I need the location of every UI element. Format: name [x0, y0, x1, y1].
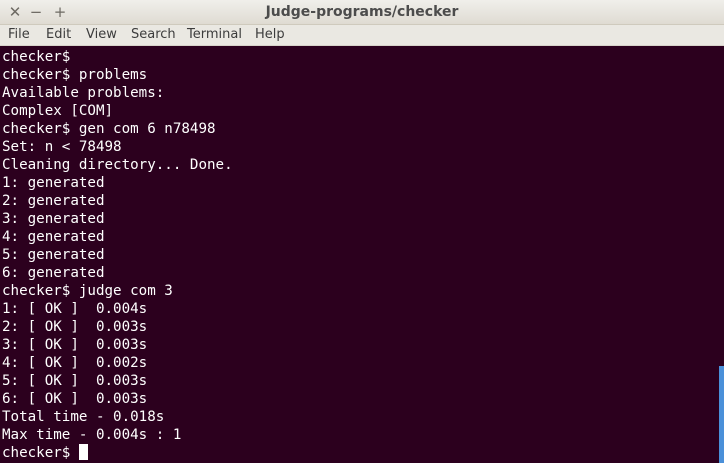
- terminal-line: 5: generated: [2, 247, 105, 263]
- prompt-line[interactable]: checker$: [2, 444, 88, 462]
- terminal-line: checker$ gen com 6 n78498: [2, 121, 216, 137]
- window-title: Judge-programs/checker: [265, 4, 459, 20]
- terminal-line: 5: [ OK ] 0.003s: [2, 373, 148, 389]
- menu-file[interactable]: File: [8, 25, 30, 46]
- prompt-text: checker$: [2, 445, 79, 461]
- menu-bar: File Edit View Search Terminal Help: [0, 25, 724, 46]
- terminal-line: 4: [ OK ] 0.002s: [2, 355, 148, 371]
- terminal-line: 6: generated: [2, 265, 105, 281]
- terminal-line: 1: generated: [2, 175, 105, 191]
- menu-terminal[interactable]: Terminal: [187, 25, 242, 46]
- menu-help[interactable]: Help: [255, 25, 285, 46]
- terminal-line: checker$ problems: [2, 67, 148, 83]
- terminal-line: Complex [COM]: [2, 103, 114, 119]
- menu-view[interactable]: View: [86, 25, 117, 46]
- terminal-line: Total time - 0.018s: [2, 409, 165, 425]
- terminal-line: checker$: [2, 49, 71, 65]
- terminal-line: checker$ judge com 3: [2, 283, 173, 299]
- text-cursor: [78, 444, 88, 460]
- terminal-window: ✕ − + Judge-programs/checker File Edit V…: [0, 0, 724, 463]
- terminal-line: Available problems:: [2, 85, 165, 101]
- terminal-output[interactable]: checker$ checker$ problems Available pro…: [0, 46, 719, 463]
- terminal-line: Max time - 0.004s : 1: [2, 427, 182, 443]
- terminal-line: 1: [ OK ] 0.004s: [2, 301, 148, 317]
- terminal-line: 3: generated: [2, 211, 105, 227]
- scrollbar[interactable]: [719, 46, 724, 463]
- terminal-line: 2: generated: [2, 193, 105, 209]
- terminal-line: 3: [ OK ] 0.003s: [2, 337, 148, 353]
- menu-search[interactable]: Search: [131, 25, 176, 46]
- terminal-line: Set: n < 78498: [2, 139, 122, 155]
- menu-edit[interactable]: Edit: [46, 25, 71, 46]
- title-bar[interactable]: ✕ − + Judge-programs/checker: [0, 0, 724, 25]
- terminal-line: 6: [ OK ] 0.003s: [2, 391, 148, 407]
- terminal-line: Cleaning directory... Done.: [2, 157, 233, 173]
- terminal-line: 4: generated: [2, 229, 105, 245]
- terminal-line: 2: [ OK ] 0.003s: [2, 319, 148, 335]
- scrollbar-thumb[interactable]: [719, 366, 724, 463]
